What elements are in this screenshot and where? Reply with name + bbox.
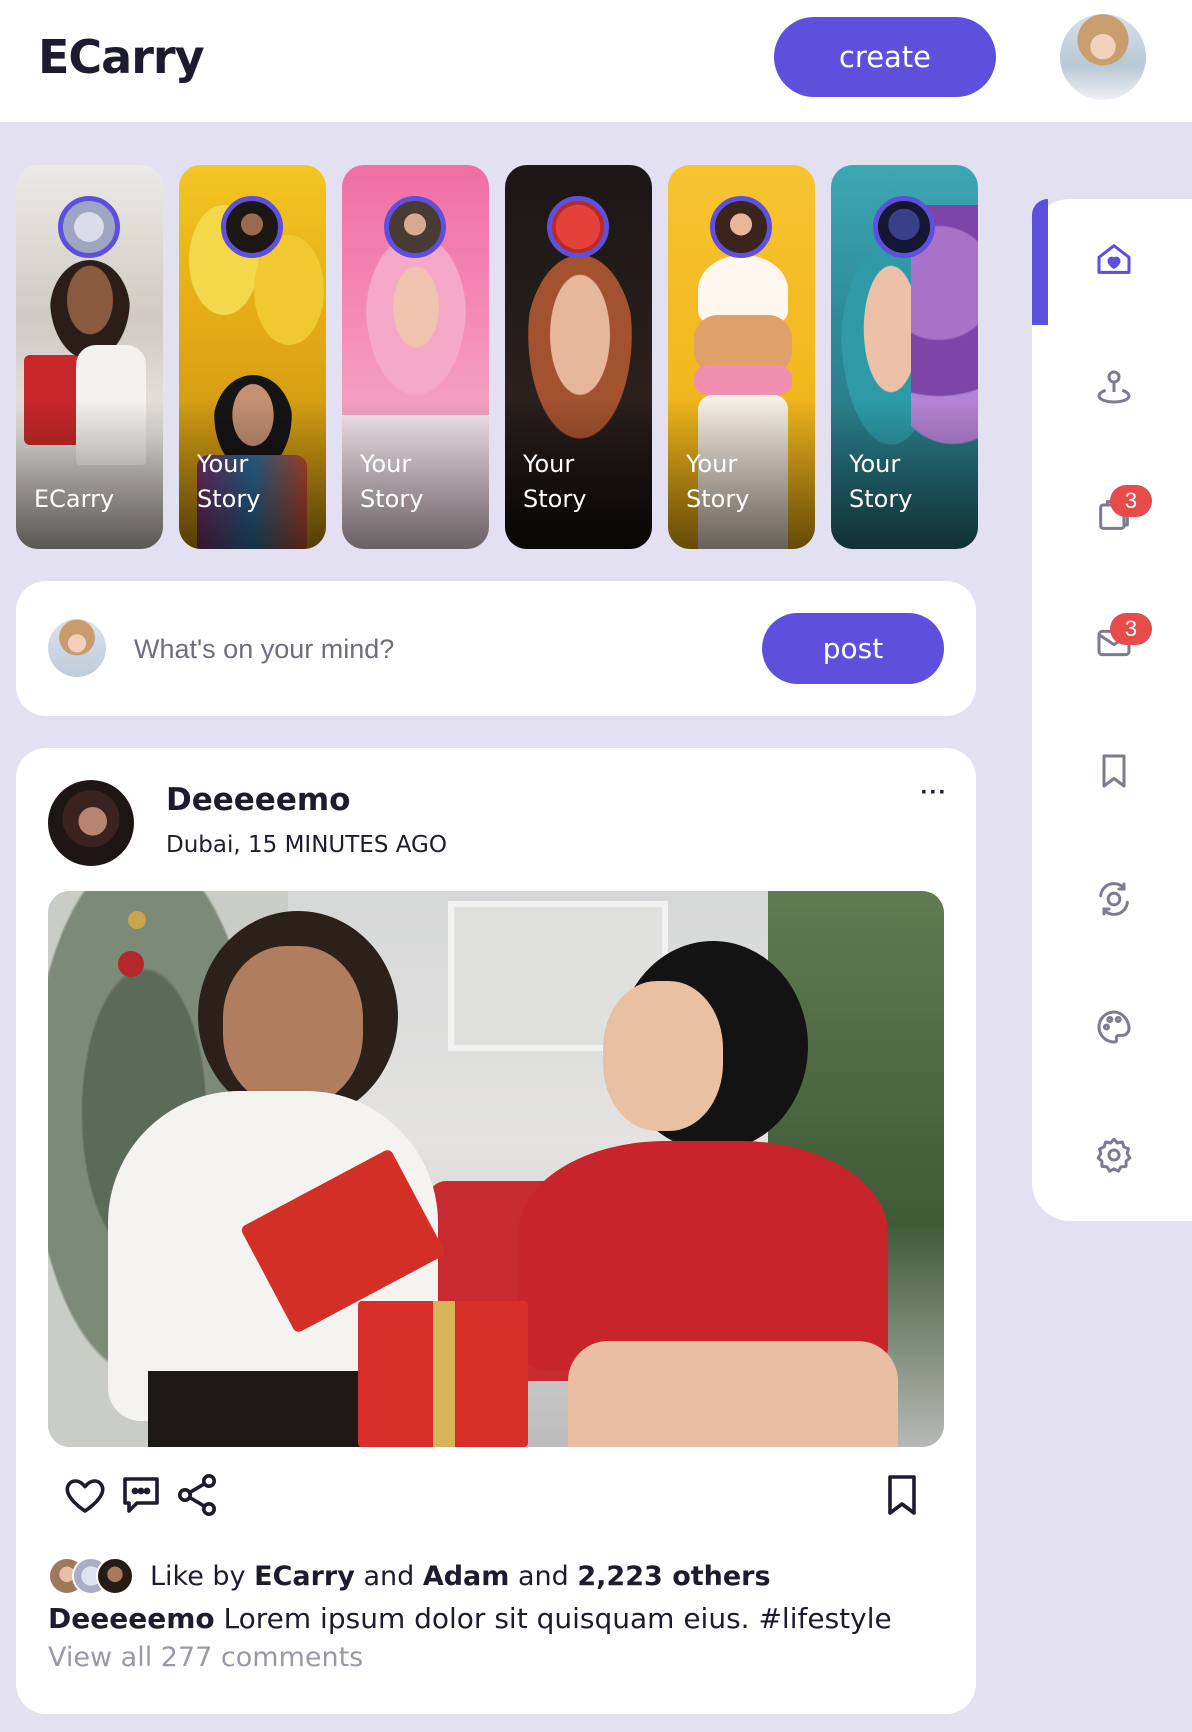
nav-home[interactable] xyxy=(1032,199,1192,327)
gear-icon xyxy=(1096,1137,1132,1173)
caption-text: Lorem ipsum dolor sit quisquam eius. #li… xyxy=(223,1602,892,1635)
share-icon xyxy=(178,1474,216,1516)
like-button[interactable] xyxy=(61,1471,109,1519)
notification-badge: 3 xyxy=(1110,485,1152,517)
story-label: ECarry xyxy=(34,485,115,513)
story-card[interactable]: Your Story xyxy=(505,165,652,549)
bookmark-button[interactable] xyxy=(878,1471,926,1519)
comment-icon xyxy=(123,1477,159,1513)
comment-button[interactable] xyxy=(117,1471,165,1519)
story-card[interactable]: Your Story xyxy=(179,165,326,549)
nav-theme[interactable] xyxy=(1032,967,1192,1095)
story-label: Your Story xyxy=(686,450,750,513)
likes-text: Like by ECarry and Adam and 2,223 others xyxy=(150,1560,771,1592)
liked-by-user[interactable]: Adam xyxy=(423,1561,510,1592)
feed-post: Deeeeemo Dubai, 15 MINUTES AGO ··· Like … xyxy=(16,748,976,1714)
brand-logo[interactable]: ECarry xyxy=(38,30,205,84)
post-composer: post xyxy=(16,581,976,716)
story-label: Your Story xyxy=(197,450,261,513)
create-button[interactable]: create xyxy=(774,17,996,97)
nav-location[interactable] xyxy=(1032,327,1192,455)
post-caption: Deeeeemo Lorem ipsum dolor sit quisquam … xyxy=(48,1602,892,1635)
liked-by-user[interactable]: ECarry xyxy=(254,1561,355,1592)
message-badge: 3 xyxy=(1110,613,1152,645)
nav-explore[interactable] xyxy=(1032,839,1192,967)
author-avatar[interactable] xyxy=(48,780,134,866)
caption-author[interactable]: Deeeeemo xyxy=(48,1602,215,1635)
bookmark-icon xyxy=(1102,754,1126,788)
story-card[interactable]: Your Story xyxy=(831,165,978,549)
home-heart-icon xyxy=(1097,244,1131,274)
status-input[interactable] xyxy=(134,621,754,677)
post-image[interactable] xyxy=(48,891,944,1447)
post-meta: Dubai, 15 MINUTES AGO xyxy=(166,832,447,858)
story-avatar xyxy=(221,196,283,258)
more-options-button[interactable]: ··· xyxy=(916,781,952,808)
nav-settings[interactable] xyxy=(1032,1095,1192,1223)
avatar xyxy=(96,1557,134,1595)
bookmark-icon xyxy=(888,1475,916,1515)
avatar xyxy=(48,619,106,677)
share-button[interactable] xyxy=(173,1471,221,1519)
story-label: Your Story xyxy=(360,450,424,513)
story-card[interactable]: Your Story xyxy=(668,165,815,549)
story-card[interactable]: ECarry xyxy=(16,165,163,549)
likes-summary: Like by ECarry and Adam and 2,223 others xyxy=(48,1555,771,1597)
nav-messages[interactable]: 3 xyxy=(1032,583,1192,711)
heart-icon xyxy=(65,1479,105,1513)
story-avatar xyxy=(547,196,609,258)
explore-icon xyxy=(1099,882,1129,916)
nav-bookmarks[interactable] xyxy=(1032,711,1192,839)
story-avatar xyxy=(58,196,120,258)
stories-row: ECarry Your Story Your Story Your Story … xyxy=(16,165,978,549)
post-button[interactable]: post xyxy=(762,613,944,684)
liked-by-avatars xyxy=(48,1555,140,1597)
story-avatar xyxy=(873,196,935,258)
location-pin-icon xyxy=(1097,370,1131,404)
story-label: Your Story xyxy=(523,450,587,513)
story-avatar xyxy=(710,196,772,258)
palette-icon xyxy=(1097,1010,1131,1044)
story-card[interactable]: Your Story xyxy=(342,165,489,549)
story-avatar xyxy=(384,196,446,258)
profile-avatar[interactable] xyxy=(1060,14,1146,100)
side-navigation: 3 3 xyxy=(1032,199,1192,1221)
nav-notifications[interactable]: 3 xyxy=(1032,455,1192,583)
story-label: Your Story xyxy=(849,450,913,513)
likes-count[interactable]: 2,223 others xyxy=(577,1561,770,1592)
view-comments-link[interactable]: View all 277 comments xyxy=(48,1642,363,1673)
author-name[interactable]: Deeeeemo xyxy=(166,782,350,818)
top-bar: ECarry create xyxy=(0,0,1192,122)
